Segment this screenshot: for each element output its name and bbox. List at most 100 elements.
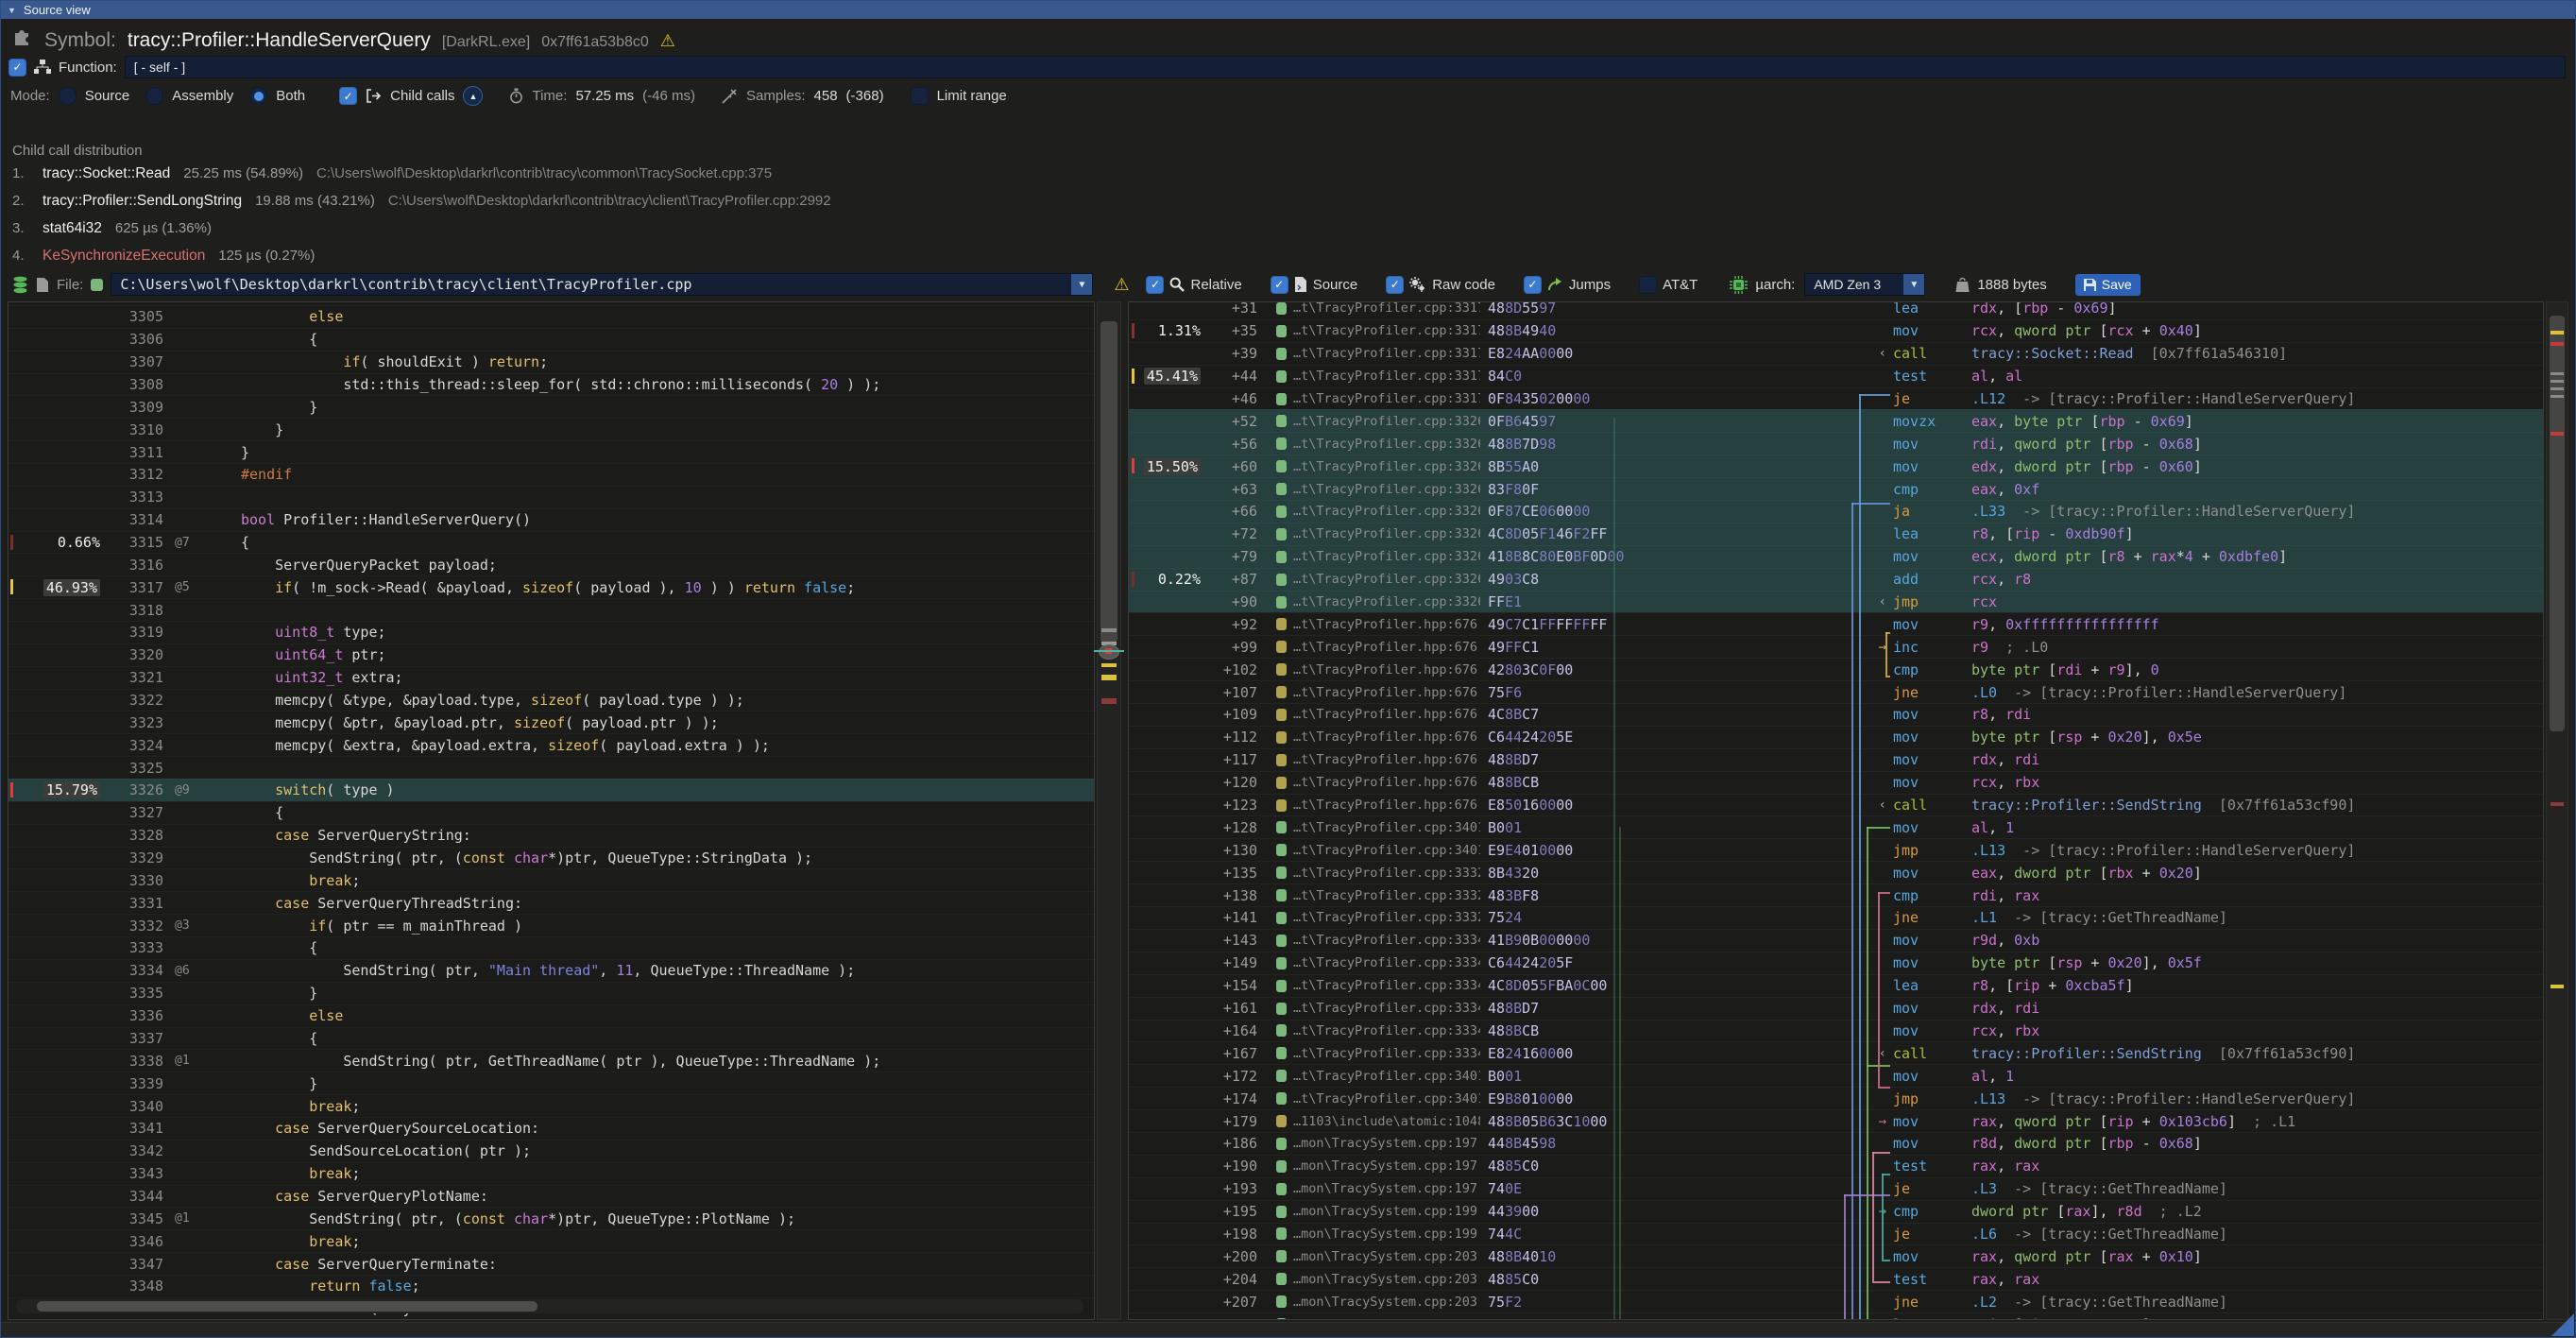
source-location-icon[interactable] — [1276, 866, 1287, 879]
asm-source-location[interactable]: …t\TracyProfiler.cpp:3326 — [1293, 594, 1480, 609]
source-location-icon[interactable] — [1276, 483, 1287, 495]
source-line[interactable]: 3328case ServerQueryString: — [9, 824, 1094, 847]
asm-source-location[interactable]: …t\TracyProfiler.cpp:3326 — [1293, 437, 1480, 452]
asm-row[interactable]: 15.50%+60…t\TracyProfiler.cpp:33268B55A0… — [1129, 455, 2543, 477]
asm-source-location[interactable]: …t\TracyProfiler.hpp:676 — [1293, 617, 1480, 632]
asm-row[interactable]: +154…t\TracyProfiler.cpp:33344C8D055FBA0… — [1129, 974, 2543, 997]
source-line[interactable]: 0.66%3315@7{ — [9, 531, 1094, 554]
chevron-down-icon[interactable]: ▼ — [1071, 274, 1092, 295]
child-call-path[interactable]: C:\Users\wolf\Desktop\darkrl\contrib\tra… — [316, 165, 772, 181]
source-location-icon[interactable] — [1276, 1183, 1287, 1195]
toggle-raw-code[interactable]: ✓Raw code — [1386, 276, 1495, 294]
bottom-scrollbar[interactable] — [1, 1322, 2575, 1338]
asm-row[interactable]: +193…mon\TracySystem.cpp:197740Eje.L3 ->… — [1129, 1177, 2543, 1200]
asm-source-location[interactable]: …t\TracyProfiler.cpp:3317 — [1293, 391, 1480, 406]
source-location-icon[interactable] — [1276, 618, 1287, 630]
asm-row[interactable]: +195…mon\TracySystem.cpp:199443900→cmpdw… — [1129, 1200, 2543, 1223]
source-line[interactable]: 3334@6SendString( ptr, "Main thread", 11… — [9, 959, 1094, 982]
asm-row[interactable]: +112…t\TracyProfiler.hpp:676C64424205Emo… — [1129, 726, 2543, 748]
source-location-icon[interactable] — [1276, 777, 1287, 789]
scrollbar-thumb[interactable] — [2550, 316, 2565, 731]
asm-row[interactable]: +90…t\TracyProfiler.cpp:3326FFE1‹jmprcx — [1129, 591, 2543, 613]
assembly-vscrollbar[interactable] — [2546, 301, 2568, 1320]
source-line[interactable]: 3308std::this_thread::sleep_for( std::ch… — [9, 373, 1094, 396]
asm-row[interactable]: +66…t\TracyProfiler.cpp:33260F87CE060000… — [1129, 500, 2543, 523]
source-location-icon[interactable] — [1276, 1318, 1287, 1320]
asm-row[interactable]: +209…mon\TracySystem.cpp:258488D35E88610… — [1129, 1312, 2543, 1320]
source-line[interactable]: 15.79%3326@9switch( type ) — [9, 779, 1094, 801]
child-call-row[interactable]: 2.tracy::Profiler::SendLongString19.88 m… — [12, 193, 2566, 220]
file-select[interactable]: C:\Users\wolf\Desktop\darkrl\contrib\tra… — [111, 273, 1093, 296]
source-line[interactable]: 3305else — [9, 305, 1094, 328]
asm-row[interactable]: +138…t\TracyProfiler.cpp:3332483BF8cmprd… — [1129, 883, 2543, 906]
asm-source-location[interactable]: …t\TracyProfiler.cpp:3317 — [1293, 369, 1480, 384]
asm-row[interactable]: +92…t\TracyProfiler.hpp:67649C7C1FFFFFFF… — [1129, 612, 2543, 635]
child-call-row[interactable]: 1.tracy::Socket::Read25.25 ms (54.89%)C:… — [12, 165, 2566, 193]
asm-row[interactable]: +143…t\TracyProfiler.cpp:333441B90B00000… — [1129, 929, 2543, 952]
asm-row[interactable]: +39…t\TracyProfiler.cpp:3317E824AA0000‹c… — [1129, 342, 2543, 365]
source-line[interactable]: 3327{ — [9, 801, 1094, 824]
asm-row[interactable]: +31…t\TracyProfiler.cpp:3317488D5597lear… — [1129, 301, 2543, 319]
source-location-icon[interactable] — [1276, 596, 1287, 609]
source-line[interactable]: 3322memcpy( &type, &payload.type, sizeof… — [9, 689, 1094, 712]
asm-row[interactable]: +161…t\TracyProfiler.cpp:3334488BD7movrd… — [1129, 997, 2543, 1020]
asm-source-location[interactable]: …t\TracyProfiler.hpp:676 — [1293, 798, 1480, 813]
source-location-icon[interactable] — [1276, 709, 1287, 721]
source-location-icon[interactable] — [1276, 1092, 1287, 1105]
source-line[interactable]: 3346break; — [9, 1229, 1094, 1252]
asm-row[interactable]: +135…t\TracyProfiler.cpp:33328B4320movea… — [1129, 861, 2543, 883]
checkbox[interactable]: ✓ — [1146, 276, 1164, 294]
source-location-icon[interactable] — [1276, 754, 1287, 766]
source-line[interactable]: 3316ServerQueryPacket payload; — [9, 553, 1094, 575]
source-location-icon[interactable] — [1276, 935, 1287, 947]
asm-row[interactable]: +174…t\TracyProfiler.cpp:3401E9B8010000j… — [1129, 1087, 2543, 1109]
checkbox[interactable]: ✓ — [1386, 276, 1404, 294]
asm-source-location[interactable]: …mon\TracySystem.cpp:199 — [1293, 1226, 1480, 1242]
asm-source-location[interactable]: …mon\TracySystem.cpp:199 — [1293, 1204, 1480, 1219]
source-location-icon[interactable] — [1276, 641, 1287, 653]
source-line[interactable]: 3321uint32_t extra; — [9, 666, 1094, 689]
asm-row[interactable]: +200…mon\TracySystem.cpp:203488B4010movr… — [1129, 1244, 2543, 1267]
source-location-icon[interactable] — [1276, 574, 1287, 586]
asm-source-location[interactable]: …t\TracyProfiler.cpp:3401 — [1293, 1069, 1480, 1084]
asm-source-location[interactable]: …t\TracyProfiler.cpp:3326 — [1293, 572, 1480, 587]
asm-row[interactable]: +207…mon\TracySystem.cpp:20375F2jne.L2 -… — [1129, 1290, 2543, 1312]
source-line[interactable]: 3310} — [9, 418, 1094, 440]
source-hscrollbar[interactable] — [16, 1299, 1083, 1313]
source-location-icon[interactable] — [1276, 1206, 1287, 1218]
source-location-icon[interactable] — [1276, 1115, 1287, 1127]
source-line[interactable]: 46.93%3317@5if( !m_sock->Read( &payload,… — [9, 575, 1094, 598]
scrollbar-thumb[interactable] — [1100, 321, 1117, 643]
source-line[interactable]: 3337{ — [9, 1027, 1094, 1050]
source-location-icon[interactable] — [1276, 844, 1287, 856]
asm-source-location[interactable]: …t\TracyProfiler.cpp:3326 — [1293, 504, 1480, 519]
asm-source-location[interactable]: …t\TracyProfiler.cpp:3317 — [1293, 323, 1480, 338]
asm-source-location[interactable]: …t\TracyProfiler.cpp:3332 — [1293, 866, 1480, 881]
source-line[interactable]: 3325 — [9, 756, 1094, 779]
source-location-icon[interactable] — [1276, 980, 1287, 992]
source-location-icon[interactable] — [1276, 889, 1287, 901]
asm-source-location[interactable]: …t\TracyProfiler.hpp:676 — [1293, 662, 1480, 678]
resize-handle[interactable] — [2551, 1313, 2574, 1336]
child-calls-up-button[interactable]: ▲ — [463, 86, 483, 106]
mode-radio-both[interactable] — [249, 87, 267, 105]
source-location-icon[interactable] — [1276, 731, 1287, 744]
asm-source-location[interactable]: …t\TracyProfiler.cpp:3317 — [1293, 346, 1480, 361]
asm-row[interactable]: +141…t\TracyProfiler.cpp:33327524jne.L1 … — [1129, 906, 2543, 929]
source-location-icon[interactable] — [1276, 460, 1287, 472]
source-line[interactable]: 3336else — [9, 1004, 1094, 1027]
source-line[interactable]: 3331case ServerQueryThreadString: — [9, 891, 1094, 914]
source-location-icon[interactable] — [1276, 686, 1287, 698]
source-location-icon[interactable] — [1276, 348, 1287, 360]
asm-source-location[interactable]: …t\TracyProfiler.cpp:3332 — [1293, 888, 1480, 903]
toggle-at-t[interactable]: AT&T — [1639, 276, 1697, 294]
function-select[interactable]: [ - self - ] — [125, 56, 2566, 78]
asm-row[interactable]: 45.41%+44…t\TracyProfiler.cpp:331784C0te… — [1129, 365, 2543, 387]
source-location-icon[interactable] — [1276, 437, 1287, 450]
titlebar[interactable]: ▼ Source view — [1, 1, 2575, 19]
save-button[interactable]: Save — [2075, 274, 2141, 296]
asm-row[interactable]: +164…t\TracyProfiler.cpp:3334488BCBmovrc… — [1129, 1020, 2543, 1042]
source-location-icon[interactable] — [1276, 1160, 1287, 1173]
asm-row[interactable]: +63…t\TracyProfiler.cpp:332683F80Fcmpeax… — [1129, 477, 2543, 500]
asm-source-location[interactable]: …t\TracyProfiler.cpp:3326 — [1293, 482, 1480, 497]
